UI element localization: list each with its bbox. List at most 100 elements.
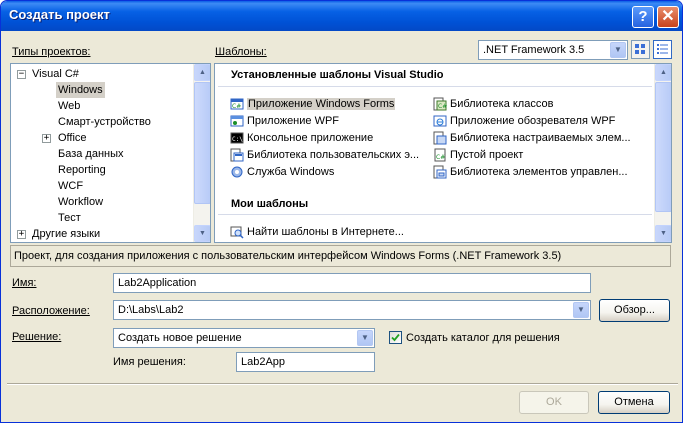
template-label: Библиотека настраиваемых элем...: [450, 132, 631, 144]
empty-project-icon: C#: [434, 148, 446, 162]
templates-scrollbar[interactable]: ▲ ▼: [654, 64, 671, 242]
collapse-icon[interactable]: −: [17, 70, 26, 79]
project-types-scrollbar[interactable]: ▲ ▼: [193, 64, 210, 242]
section-divider: [218, 86, 652, 87]
template-label: Библиотека пользовательских э...: [247, 149, 420, 161]
template-label: Консольное приложение: [247, 132, 374, 144]
template-windows-service[interactable]: Служба Windows: [230, 164, 334, 180]
svg-text:C#: C#: [436, 154, 445, 161]
create-directory-label[interactable]: Создать каталог для решения: [406, 332, 560, 344]
template-label: Приложение обозревателя WPF: [450, 115, 616, 127]
template-empty-project[interactable]: C# Пустой проект: [433, 147, 523, 163]
project-types-tree[interactable]: − Visual C# Windows Web Смарт-устройство…: [10, 63, 211, 243]
close-button[interactable]: ✕: [657, 6, 679, 28]
bottom-separator: [7, 383, 678, 385]
template-label: Найти шаблоны в Интернете...: [247, 226, 404, 238]
tree-item-wcf[interactable]: WCF: [58, 178, 83, 194]
chevron-down-icon[interactable]: ▼: [610, 42, 626, 58]
name-input[interactable]: Lab2Application: [113, 273, 591, 293]
chevron-down-icon[interactable]: ▼: [573, 302, 589, 318]
template-label: Приложение WPF: [247, 115, 340, 127]
solution-label-text: Решение:: [12, 331, 62, 343]
location-select[interactable]: D:\Labs\Lab2 ▼: [113, 300, 591, 320]
tree-item-other-languages[interactable]: Другие языки: [32, 226, 100, 242]
tree-item-visual-csharp[interactable]: Visual C#: [32, 66, 79, 82]
search-online-icon: [230, 226, 244, 239]
templates-label: Шаблоны:: [215, 46, 267, 58]
title-bar[interactable]: Создать проект ? ✕: [1, 1, 682, 31]
scroll-down-icon[interactable]: ▼: [655, 225, 671, 242]
browse-button[interactable]: Обзор...: [599, 299, 670, 322]
tree-item-windows[interactable]: Windows: [56, 82, 105, 98]
create-directory-checkbox[interactable]: [389, 331, 402, 344]
tree-item-web[interactable]: Web: [58, 98, 80, 114]
template-description: Проект, для создания приложения с пользо…: [10, 245, 671, 267]
location-label-text: Расположение:: [12, 305, 90, 317]
template-class-library[interactable]: C# Библиотека классов: [433, 96, 553, 112]
tree-item-smart-device[interactable]: Смарт-устройство: [58, 114, 151, 130]
tree-item-test[interactable]: Тест: [58, 210, 81, 226]
large-icons-view-button[interactable]: [631, 40, 650, 59]
wpf-app-icon: [230, 115, 244, 127]
section-divider: [218, 214, 652, 215]
template-label: Служба Windows: [247, 166, 335, 178]
scroll-thumb[interactable]: [194, 82, 210, 204]
template-console-app[interactable]: C:\ Консольное приложение: [230, 130, 373, 146]
user-control-library-icon: [230, 148, 244, 162]
template-custom-control-library[interactable]: Библиотека настраиваемых элем...: [433, 130, 631, 146]
scroll-up-icon[interactable]: ▲: [655, 64, 671, 81]
small-icons-view-button[interactable]: [653, 40, 672, 59]
location-label: Расположение:: [12, 305, 90, 317]
scroll-down-icon[interactable]: ▼: [194, 225, 210, 242]
template-label: Библиотека классов: [450, 98, 554, 110]
template-user-control-library[interactable]: Библиотека пользовательских э...: [230, 147, 419, 163]
windows-forms-icon: C#: [230, 98, 244, 110]
solution-label: Решение:: [12, 331, 61, 343]
windows-service-icon: [231, 166, 243, 178]
large-icons-icon: [635, 44, 645, 54]
template-label: Приложение Windows Forms: [247, 98, 396, 110]
window-title: Создать проект: [9, 7, 110, 22]
expand-icon[interactable]: +: [42, 134, 51, 143]
template-wpf-browser-app[interactable]: Приложение обозревателя WPF: [433, 113, 615, 129]
template-search-online[interactable]: Найти шаблоны в Интернете...: [230, 224, 404, 240]
location-value: D:\Labs\Lab2: [118, 304, 184, 316]
chevron-down-icon[interactable]: ▼: [357, 330, 373, 346]
wpf-browser-icon: [433, 115, 447, 127]
project-types-label: Типы проектов:: [12, 46, 90, 58]
svg-text:C#: C#: [232, 103, 241, 110]
tree-item-database[interactable]: База данных: [58, 146, 124, 162]
tree-item-workflow[interactable]: Workflow: [58, 194, 103, 210]
framework-select[interactable]: .NET Framework 3.5 ▼: [478, 40, 628, 60]
ok-button[interactable]: OK: [519, 391, 589, 414]
name-label: Имя:: [12, 277, 36, 289]
templates-label-text: Шаблоны:: [215, 46, 267, 58]
templates-list[interactable]: Установленные шаблоны Visual Studio C# П…: [214, 63, 672, 243]
solution-name-label: Имя решения:: [113, 356, 186, 368]
scroll-up-icon[interactable]: ▲: [194, 64, 210, 81]
tree-item-reporting[interactable]: Reporting: [58, 162, 106, 178]
template-windows-forms[interactable]: C# Приложение Windows Forms: [230, 96, 396, 112]
custom-control-library-icon: [433, 131, 447, 145]
template-control-library[interactable]: Библиотека элементов управлен...: [433, 164, 628, 180]
svg-text:C:\: C:\: [232, 136, 243, 143]
checkmark-icon: [391, 333, 400, 342]
framework-select-value: .NET Framework 3.5: [483, 44, 585, 56]
name-label-text: Имя:: [12, 277, 37, 289]
small-icons-icon: [657, 44, 668, 54]
scroll-thumb[interactable]: [655, 82, 671, 212]
tree-item-office[interactable]: Office: [58, 130, 87, 146]
new-project-dialog: Создать проект ? ✕ Типы проектов: − Visu…: [0, 0, 683, 423]
console-app-icon: C:\: [230, 132, 244, 144]
class-library-icon: C#: [433, 97, 447, 111]
installed-templates-header: Установленные шаблоны Visual Studio: [231, 69, 444, 81]
control-library-icon: [433, 165, 447, 179]
expand-icon[interactable]: +: [17, 230, 26, 239]
my-templates-header: Мои шаблоны: [231, 198, 309, 210]
solution-select[interactable]: Создать новое решение ▼: [113, 328, 375, 348]
solution-name-input[interactable]: Lab2App: [236, 352, 375, 372]
cancel-button[interactable]: Отмена: [598, 391, 670, 414]
help-button[interactable]: ?: [632, 6, 654, 28]
template-wpf-app[interactable]: Приложение WPF: [230, 113, 339, 129]
svg-text:C#: C#: [438, 103, 447, 110]
